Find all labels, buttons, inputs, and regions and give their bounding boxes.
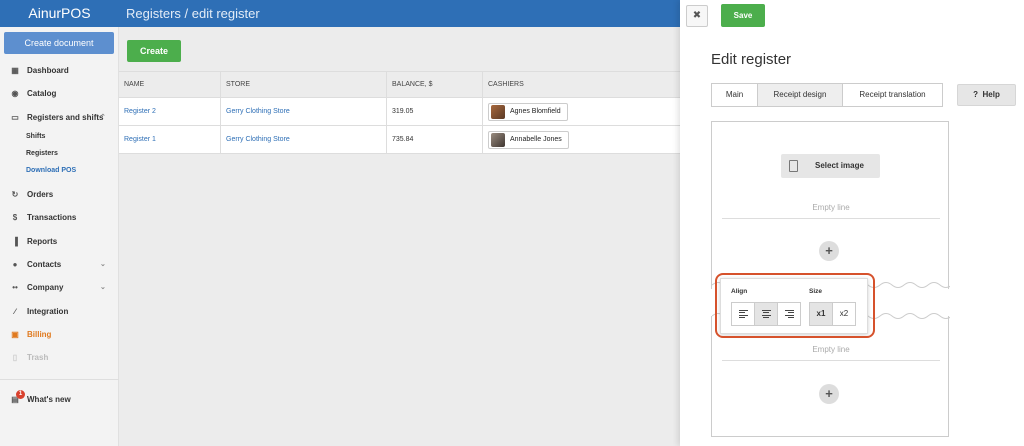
table-row[interactable]: Register 1 Gerry Clothing Store 735.84 A… [119,126,680,154]
contacts-icon: ● [12,260,18,269]
sidebar-item-label: Trash [27,353,49,362]
sidebar-item-label: Reports [27,237,58,246]
sidebar-item-registers-and-shifts[interactable]: ▭ Registers and shifts ⌃ [0,111,119,125]
sidebar-item-label: Billing [27,330,52,339]
catalog-icon: ◉ [11,89,19,98]
chevron-down-icon: ⌄ [100,284,106,291]
close-button[interactable]: ✖ [686,5,708,27]
add-line-button[interactable]: + [819,241,839,261]
sidebar-item-label: Integration [27,307,69,316]
tab-main[interactable]: Main [711,83,758,107]
paperclip-icon: ∕ [14,307,16,316]
cashier-chip[interactable]: Agnes Blomfield [488,103,568,121]
empty-line[interactable]: Empty line [722,203,940,219]
sidebar-sub-item-download-pos[interactable]: Download POS [26,165,76,177]
panel-title: Edit register [711,51,792,68]
sidebar-item-label: Transactions [27,213,77,222]
file-icon [789,160,798,172]
register-icon: ▭ [11,113,19,122]
dashboard-icon: ▦ [11,66,19,75]
balance-value: 319.05 [386,98,482,126]
sidebar-item-label: Catalog [27,89,57,98]
sidebar-item-integration[interactable]: ∕ Integration [0,305,119,319]
breadcrumb: Registers / edit register [126,6,260,21]
chevron-up-icon: ⌃ [100,114,106,121]
help-button[interactable]: ? Help [957,84,1016,106]
gift-icon: ▣ [11,330,19,339]
tab-receipt-design[interactable]: Receipt design [757,83,843,107]
cashiers-cell: Agnes Blomfield [482,98,680,126]
sidebar: Create document ▦ Dashboard ◉ Catalog ▭ … [0,27,119,446]
column-header-balance[interactable]: BALANCE, $ [386,72,482,99]
avatar [491,105,505,119]
notification-badge: 1 [16,390,25,399]
cashier-chip[interactable]: Annabelle Jones [488,131,569,149]
plus-icon: + [825,386,833,401]
select-image-label: Select image [815,161,864,170]
sidebar-item-trash[interactable]: ▯ Trash [0,351,119,365]
sidebar-item-label: Registers and shifts [27,113,104,122]
column-header-cashiers[interactable]: CASHIERS [482,72,680,99]
column-header-name[interactable]: NAME [119,72,220,99]
orders-icon: ↻ [11,190,19,199]
create-button[interactable]: Create [127,40,181,62]
highlight-annotation [715,273,875,338]
plus-icon: + [825,243,833,258]
empty-line[interactable]: Empty line [722,345,940,361]
close-icon: ✖ [692,10,702,21]
sidebar-divider [0,379,119,380]
table-header: NAME STORE BALANCE, $ CASHIERS [119,71,680,99]
store-link[interactable]: Gerry Clothing Store [220,126,386,154]
cashier-name: Agnes Blomfield [510,108,561,115]
store-link[interactable]: Gerry Clothing Store [220,98,386,126]
sidebar-sub-item-registers[interactable]: Registers [26,148,58,160]
sidebar-item-billing[interactable]: ▣ Billing [0,328,119,342]
register-name-link[interactable]: Register 1 [119,126,220,154]
save-button[interactable]: Save [721,4,765,27]
balance-value: 735.84 [386,126,482,154]
register-name-link[interactable]: Register 2 [119,98,220,126]
sidebar-item-dashboard[interactable]: ▦ Dashboard [0,64,119,78]
table-row[interactable]: Register 2 Gerry Clothing Store 319.05 A… [119,98,680,126]
help-icon: ? [973,90,979,99]
sidebar-item-label: What's new [27,395,71,404]
column-header-store[interactable]: STORE [220,72,386,99]
brand-logo[interactable]: AinurPOS [0,0,119,27]
registers-table: NAME STORE BALANCE, $ CASHIERS Register … [119,71,680,154]
select-image-button[interactable]: Select image [781,154,880,178]
sidebar-sub-item-shifts[interactable]: Shifts [26,131,45,143]
sidebar-item-label: Company [27,283,64,292]
trash-icon: ▯ [12,353,18,362]
sidebar-item-catalog[interactable]: ◉ Catalog [0,87,119,101]
tab-receipt-translation[interactable]: Receipt translation [842,83,943,107]
company-icon: •• [12,283,18,292]
receipt-preview-top: Select image Empty line + [711,121,950,289]
sidebar-item-reports[interactable]: ▐ Reports [0,235,119,249]
add-line-button[interactable]: + [819,384,839,404]
cashier-name: Annabelle Jones [510,136,562,143]
sidebar-item-transactions[interactable]: $ Transactions [0,211,119,225]
create-document-button[interactable]: Create document [4,32,114,54]
sidebar-item-label: Contacts [27,260,62,269]
sidebar-item-label: Dashboard [27,66,69,75]
avatar [491,133,505,147]
edit-register-panel: ✖ Save Edit register Main Receipt design… [680,0,1024,446]
cashiers-cell: Annabelle Jones [482,126,680,154]
sidebar-item-orders[interactable]: ↻ Orders [0,188,119,202]
sidebar-item-whats-new[interactable]: ▤ 1 What's new [0,390,119,407]
reports-icon: ▐ [12,237,18,246]
sidebar-item-company[interactable]: •• Company ⌄ [0,281,119,295]
help-label: Help [982,90,1000,99]
dollar-icon: $ [12,213,18,222]
sidebar-item-label: Orders [27,190,54,199]
chevron-down-icon: ⌄ [100,261,106,268]
sidebar-item-contacts[interactable]: ● Contacts ⌄ [0,258,119,272]
